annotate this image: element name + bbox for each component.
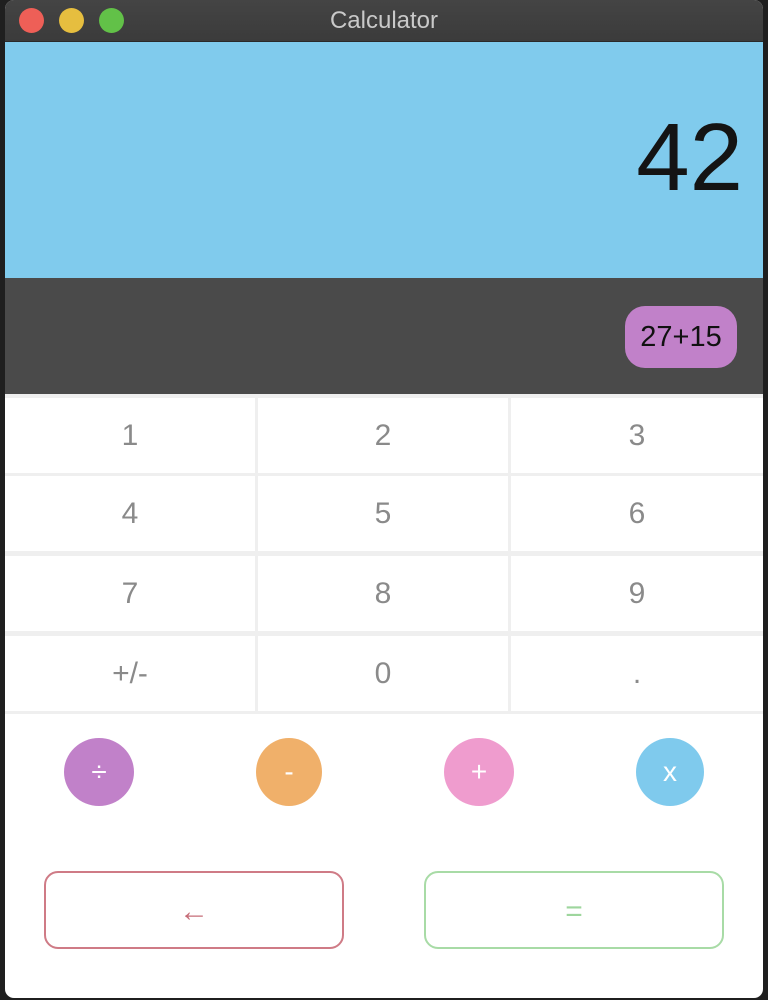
key-7[interactable]: 7 bbox=[5, 556, 255, 631]
key-5[interactable]: 5 bbox=[258, 476, 508, 551]
history-expression-chip[interactable]: 27+15 bbox=[625, 306, 737, 368]
subtract-button[interactable]: - bbox=[256, 738, 322, 806]
key-8[interactable]: 8 bbox=[258, 556, 508, 631]
equals-button[interactable]: = bbox=[424, 871, 724, 949]
result-value: 42 bbox=[636, 104, 743, 211]
result-display: 42 bbox=[5, 42, 763, 278]
key-4[interactable]: 4 bbox=[5, 476, 255, 551]
operator-row: ÷ - + x bbox=[5, 714, 763, 864]
calculator-window: Calculator 42 27+15 1 2 3 4 5 6 7 8 9 +/… bbox=[5, 0, 763, 998]
key-3[interactable]: 3 bbox=[511, 398, 763, 473]
key-2[interactable]: 2 bbox=[258, 398, 508, 473]
window-title: Calculator bbox=[329, 7, 439, 34]
multiply-button[interactable]: x bbox=[636, 738, 704, 806]
key-decimal[interactable]: . bbox=[511, 636, 763, 711]
title-bar: Calculator bbox=[5, 0, 763, 42]
history-panel: 27+15 bbox=[5, 278, 763, 394]
key-1[interactable]: 1 bbox=[5, 398, 255, 473]
key-plus-minus[interactable]: +/- bbox=[5, 636, 255, 711]
add-button[interactable]: + bbox=[444, 738, 514, 806]
divide-button[interactable]: ÷ bbox=[64, 738, 134, 806]
key-6[interactable]: 6 bbox=[511, 476, 763, 551]
key-0[interactable]: 0 bbox=[258, 636, 508, 711]
backspace-button[interactable]: ← bbox=[44, 871, 344, 949]
number-keypad: 1 2 3 4 5 6 7 8 9 +/- 0 . bbox=[5, 394, 763, 714]
key-9[interactable]: 9 bbox=[511, 556, 763, 631]
